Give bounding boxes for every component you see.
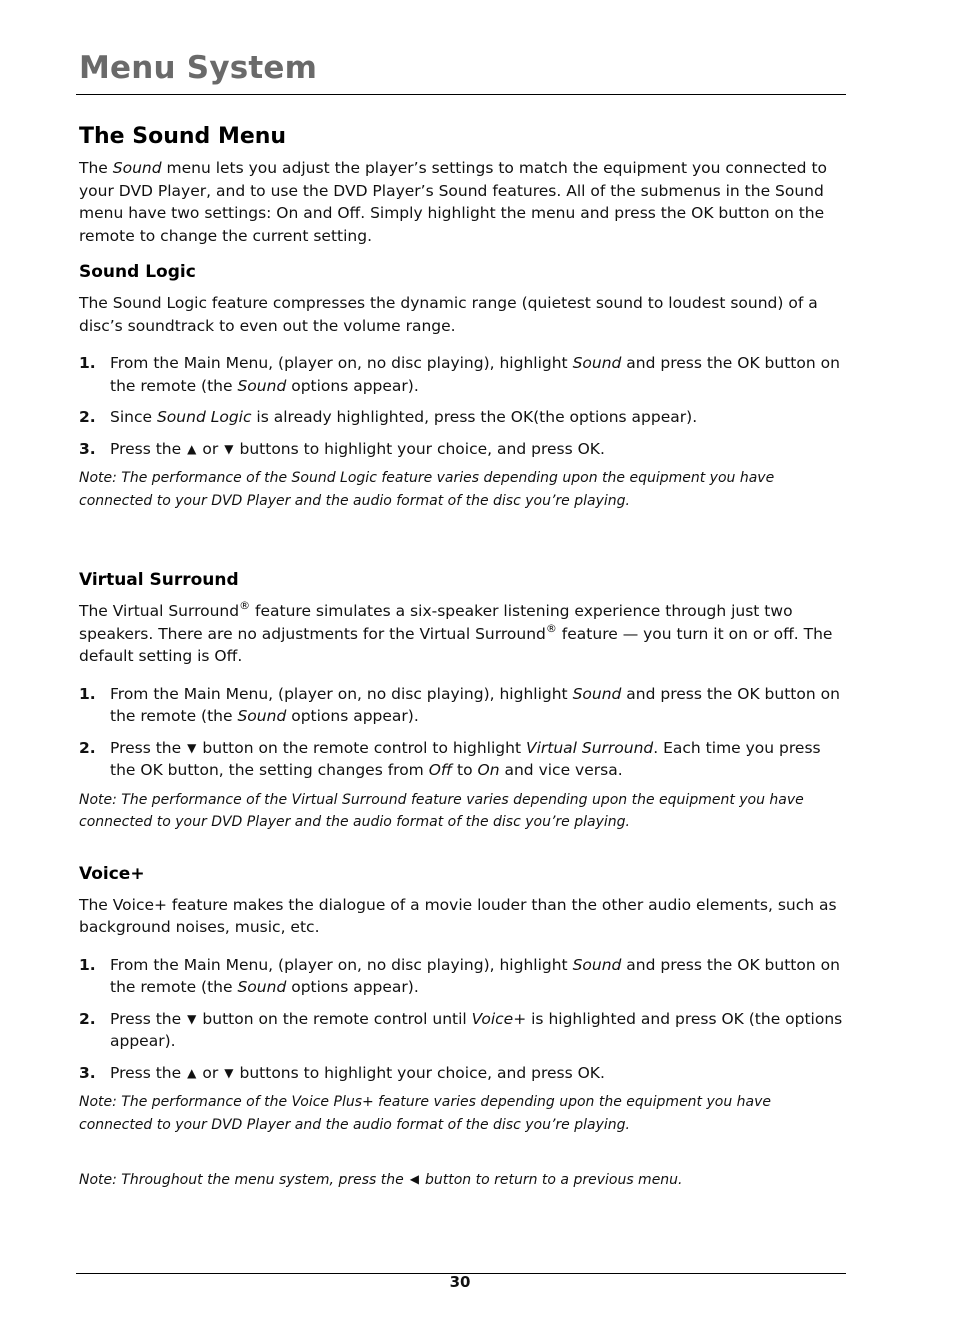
down-arrow-icon: ▼: [224, 441, 234, 456]
sound-logic-step: 3. Press the ▲ or ▼ buttons to highlight you…: [79, 438, 847, 461]
page-number: 30: [449, 1273, 471, 1291]
sound-logic-description: The Sound Logic feature compresses the d…: [79, 294, 818, 335]
down-arrow-icon: ▼: [224, 1065, 234, 1080]
sound-logic-step: 2. Since Sound Logic is already highligh…: [79, 408, 698, 426]
virtual-surround-step: 2. Press the ▼ button on the remote contro…: [79, 738, 821, 780]
final-note: Note: Throughout the menu system, press …: [79, 1168, 847, 1192]
down-arrow-icon: ▼: [187, 1011, 197, 1026]
virtual-surround-heading: Virtual Surround: [79, 570, 239, 590]
virtual-surround-description: The Virtual Surround® feature simulates …: [79, 599, 833, 665]
voice-plus-step: 2. Press the ▼ button on the remote contro…: [79, 1009, 843, 1051]
sound-logic-heading: Sound Logic: [79, 262, 196, 282]
down-arrow-icon: ▼: [187, 740, 197, 755]
sound-logic-step: 1. From the Main Menu, (player on, no di…: [79, 354, 840, 395]
header-rule: [76, 94, 846, 95]
content: The Sound Menu The Sound menu lets you a…: [79, 124, 847, 1192]
voice-plus-heading: Voice+: [79, 863, 145, 884]
voice-plus-step: 3. Press the ▲ or ▼ buttons to highlight you…: [79, 1062, 847, 1085]
left-arrow-icon: ◀: [409, 1172, 419, 1186]
up-arrow-icon: ▲: [187, 441, 197, 456]
section-title: The Sound Menu: [79, 124, 287, 149]
intro-paragraph: The Sound menu lets you adjust the playe…: [79, 159, 828, 245]
page-title: Menu System: [79, 50, 318, 86]
sound-logic-note: Note: The performance of the Sound Logic…: [79, 470, 775, 509]
voice-plus-step: 1. From the Main Menu, (player on, no di…: [79, 955, 840, 997]
voice-plus-note: Note: The performance of the Voice Plus+…: [79, 1094, 772, 1133]
voice-plus-description: The Voice+ feature makes the dialogue of…: [79, 895, 837, 937]
virtual-surround-step: 1. From the Main Menu, (player on, no di…: [79, 684, 840, 726]
virtual-surround-note: Note: The performance of the Virtual Sur…: [79, 791, 804, 831]
up-arrow-icon: ▲: [187, 1065, 197, 1080]
